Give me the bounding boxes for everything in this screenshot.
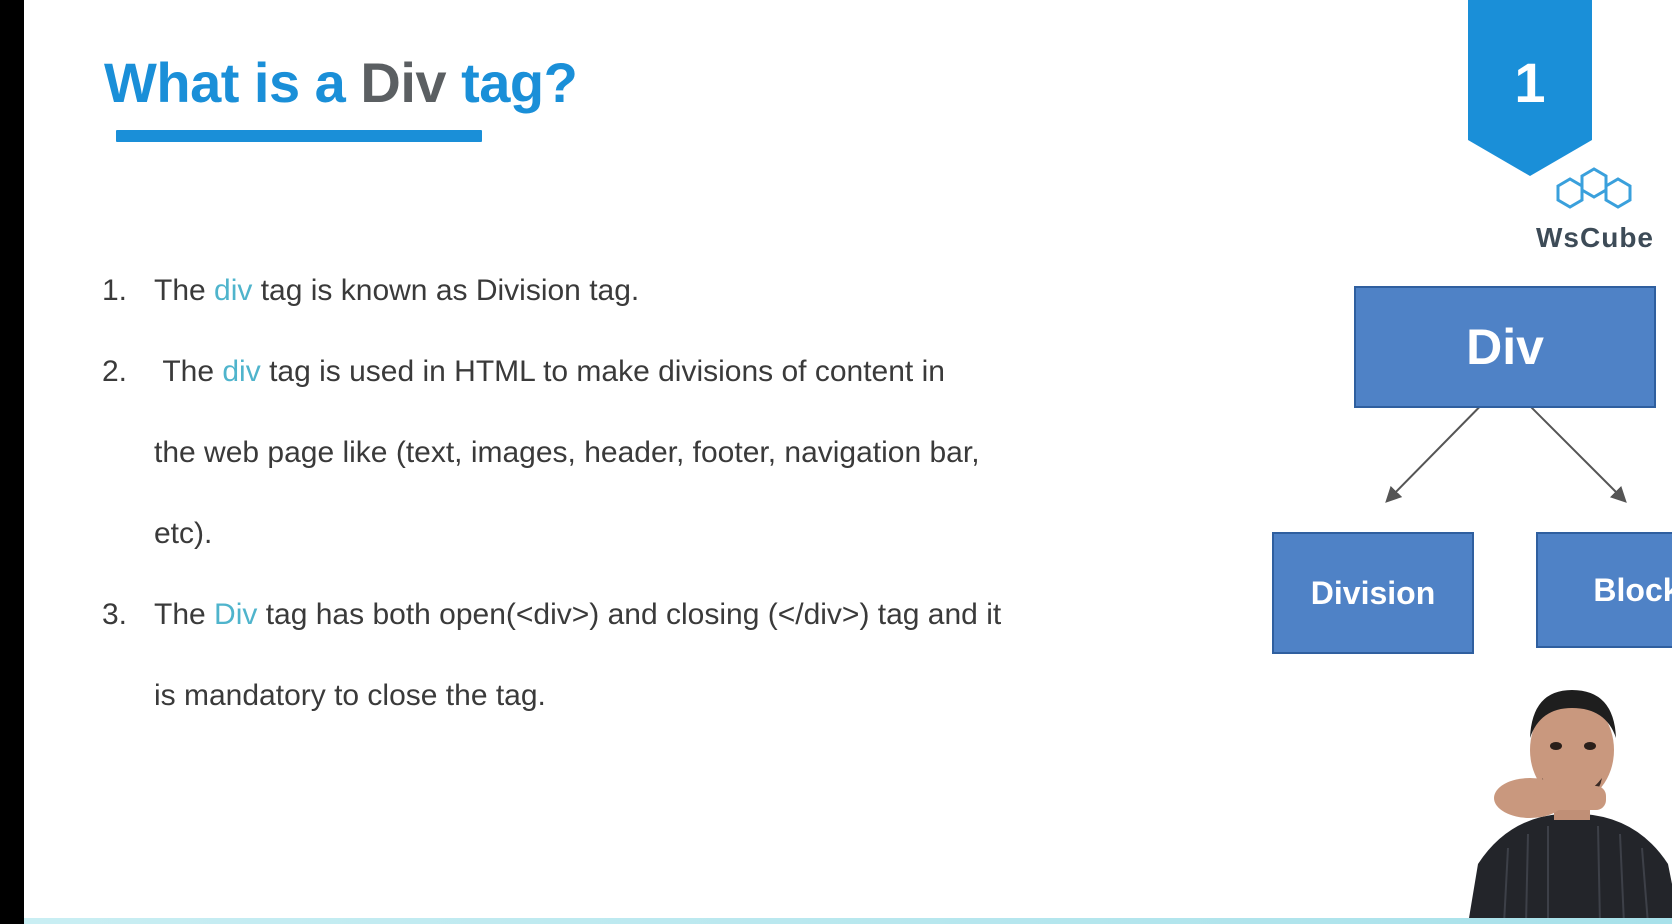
diagram-node-root: Div [1354,286,1656,408]
text-run: is mandatory to close the tag. [154,679,546,712]
item-number: 1. [102,274,128,307]
slide: What is a Div tag? 1. The div tag is know… [24,0,1672,924]
text-run: The [154,274,215,307]
item-number: 3. [102,598,128,631]
presenter-video-overlay [1448,668,1672,924]
presenter-figure [1468,690,1672,924]
text-run: tag is used in HTML to make divisions of… [260,355,945,388]
list-item: 3. The Div tag has both open(<div>) and c… [102,574,1122,736]
bottom-strip [24,918,1672,924]
text-run: The [154,598,215,631]
text-run: tag is known as Division tag. [252,274,640,307]
item-number: 2. [102,355,128,388]
div-diagram: Div Division Block [1244,280,1672,660]
item-text: The div tag is used in HTML to make divi… [154,355,980,550]
text-run: the web page like (text, images, header,… [154,436,980,469]
hexagon-logo-icon [1556,167,1632,209]
title-underline [116,130,482,142]
title-part: What is a [104,51,361,114]
slide-number-badge: 1 [1468,0,1592,176]
item-text: The Div tag has both open(<div>) and clo… [154,598,1001,712]
list-item: 1. The div tag is known as Division tag. [102,250,1122,331]
keyword: div [222,355,261,388]
text-run: tag has both open(<div>) and closing (</… [257,598,1002,631]
diagram-node-division: Division [1272,532,1474,654]
text-run: The [162,355,223,388]
logo-text: WsCube [1536,222,1654,253]
diagram-node-block: Block [1536,532,1672,648]
title-keyword: Div [360,51,447,114]
item-text: The div tag is known as Division tag. [154,274,639,307]
list-item: 2. The div tag is used in HTML to make d… [102,331,1122,574]
title-part: tag? [446,51,578,114]
keyword: div [214,274,253,307]
text-run: etc). [154,517,213,550]
bullet-list: 1. The div tag is known as Division tag. … [102,250,1122,736]
brand-logo: WsCube [1536,164,1672,254]
slide-title: What is a Div tag? [104,51,578,114]
keyword: Div [214,598,258,631]
slide-number: 1 [1514,51,1546,114]
